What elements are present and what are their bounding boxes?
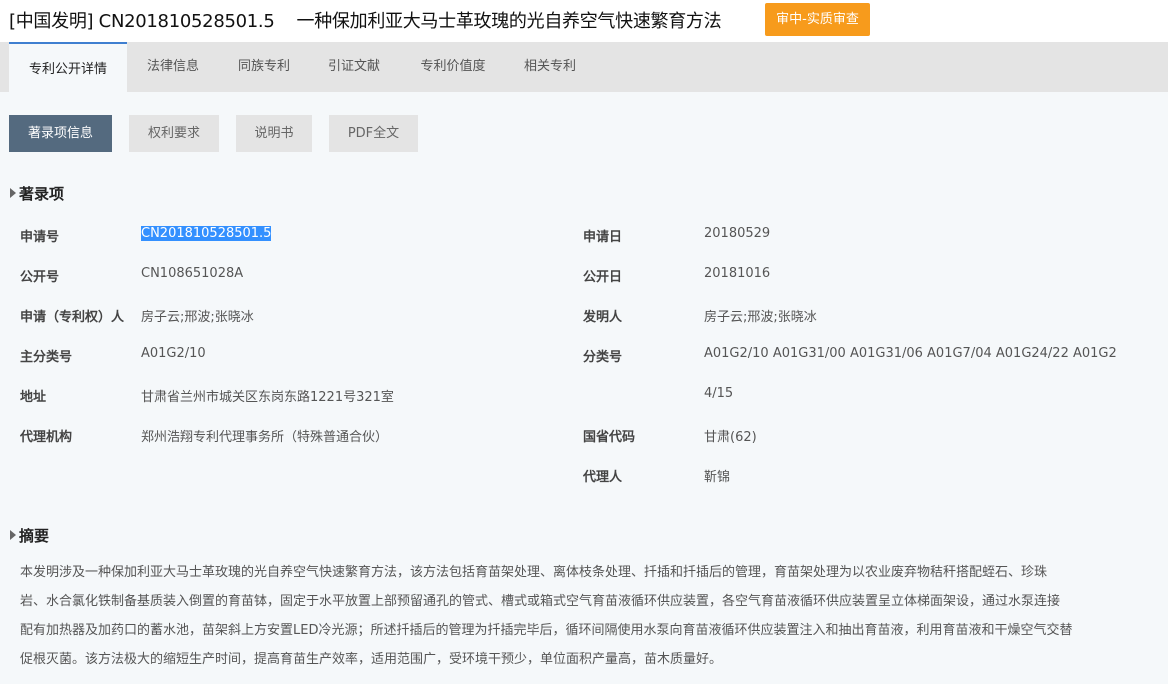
triangle-right-icon <box>10 530 16 540</box>
value-applicant: 房子云;邢波;张晓冰 <box>141 310 254 325</box>
value-application-number[interactable]: CN201810528501.5 <box>141 226 272 241</box>
tab-publication-details[interactable]: 专利公开详情 <box>9 42 127 92</box>
value-agent: 靳锦 <box>704 470 731 485</box>
label-classification: 分类号 <box>583 350 623 365</box>
label-agency: 代理机构 <box>20 430 73 445</box>
abstract-line: 配有加热器及加药口的蓄水池，苗架斜上方安置LED冷光源；所述扦插后的管理为扦插完… <box>20 623 1073 638</box>
label-main-class: 主分类号 <box>20 350 73 365</box>
value-region-code: 甘肃(62) <box>704 430 757 445</box>
tab-family-patents[interactable]: 同族专利 <box>227 42 301 92</box>
biblio-section-title: 著录项 <box>10 183 64 204</box>
abstract-text: 本发明涉及一种保加利亚大马士革玫瑰的光自养空气快速繁育方法，该方法包括育苗架处理… <box>20 558 1140 674</box>
abstract-line: 本发明涉及一种保加利亚大马士革玫瑰的光自养空气快速繁育方法，该方法包括育苗架处理… <box>20 565 1048 580</box>
label-publication-number: 公开号 <box>20 270 60 285</box>
subtab-claims[interactable]: 权利要求 <box>129 115 219 152</box>
abstract-section-label: 摘要 <box>19 527 50 545</box>
subtab-biblio[interactable]: 著录项信息 <box>9 115 112 152</box>
value-classification: A01G2/10 A01G31/00 A01G31/06 A01G7/04 A0… <box>704 346 1117 361</box>
subtab-description[interactable]: 说明书 <box>236 115 312 152</box>
value-publication-number: CN108651028A <box>141 266 244 281</box>
value-agency: 郑州浩翔专利代理事务所（特殊普通合伙） <box>141 430 389 445</box>
label-region-code: 国省代码 <box>583 430 636 445</box>
tab-patent-value[interactable]: 专利价值度 <box>409 42 497 92</box>
value-address: 甘肃省兰州市城关区东岗东路1221号321室 <box>141 390 394 405</box>
label-publication-date: 公开日 <box>583 270 623 285</box>
doc-type: [中国发明] <box>9 11 94 32</box>
status-badge: 审中-实质审查 <box>765 3 870 36</box>
title-bar: [中国发明] CN201810528501.5 一种保加利亚大马士革玫瑰的光自养空… <box>0 0 1168 42</box>
value-application-date: 20180529 <box>704 226 771 241</box>
selected-application-number: CN201810528501.5 <box>141 226 272 241</box>
abstract-line: 促根灭菌。该方法极大的缩短生产时间，提高育苗生产效率，适用范围广，受环境干预少，… <box>20 652 723 667</box>
main-tabs: 专利公开详情 法律信息 同族专利 引证文献 专利价值度 相关专利 <box>0 42 1168 92</box>
abstract-line: 岩、水合氯化铁制备基质装入倒置的育苗钵，固定于水平放置上部预留通孔的管式、槽式或… <box>20 594 1061 609</box>
subtab-pdf[interactable]: PDF全文 <box>329 115 418 152</box>
label-address: 地址 <box>20 390 47 405</box>
label-applicant: 申请（专利权）人 <box>20 310 125 325</box>
page-title: [中国发明] CN201810528501.5 一种保加利亚大马士革玫瑰的光自养空… <box>9 7 722 33</box>
triangle-right-icon <box>10 188 16 198</box>
tab-related-patents[interactable]: 相关专利 <box>513 42 587 92</box>
label-application-date: 申请日 <box>583 230 623 245</box>
label-agent: 代理人 <box>583 470 623 485</box>
patent-title: 一种保加利亚大马士革玫瑰的光自养空气快速繁育方法 <box>296 11 722 32</box>
application-number-title: CN201810528501.5 <box>98 11 275 32</box>
value-classification-cont: 4/15 <box>704 386 734 401</box>
label-application-number: 申请号 <box>20 230 60 245</box>
value-main-class: A01G2/10 <box>141 346 206 361</box>
abstract-section-title: 摘要 <box>10 525 49 546</box>
tab-citations[interactable]: 引证文献 <box>317 42 391 92</box>
tab-legal-info[interactable]: 法律信息 <box>136 42 210 92</box>
value-inventor: 房子云;邢波;张晓冰 <box>704 310 817 325</box>
label-inventor: 发明人 <box>583 310 623 325</box>
biblio-section-label: 著录项 <box>19 185 65 203</box>
value-publication-date: 20181016 <box>704 266 771 281</box>
